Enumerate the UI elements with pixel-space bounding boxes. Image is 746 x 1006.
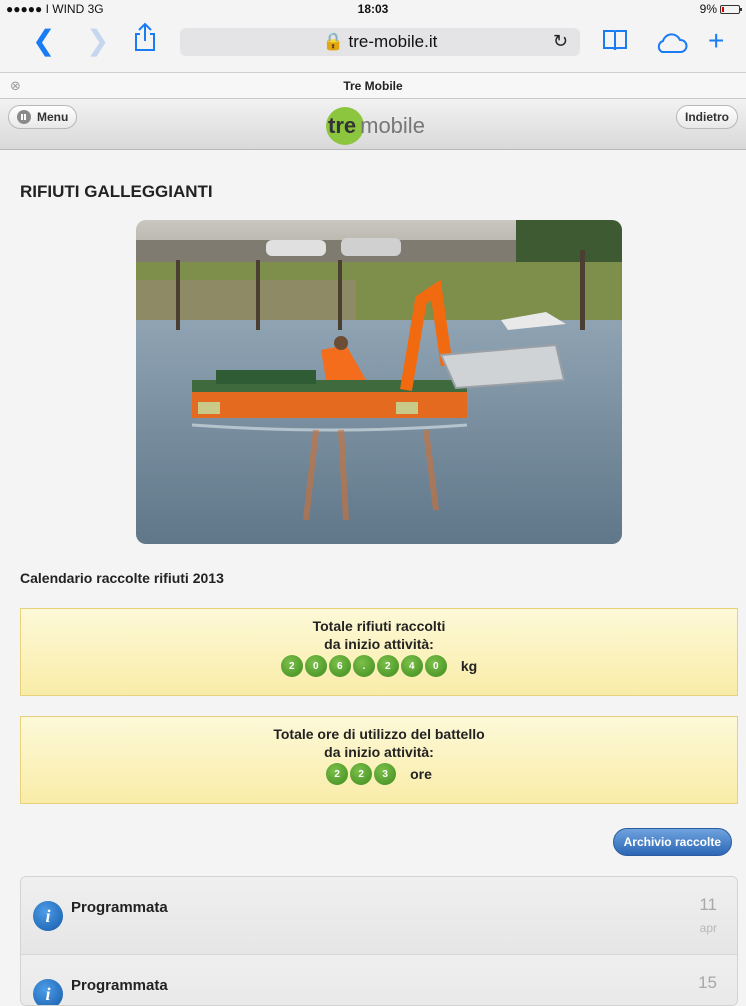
back-arrow-icon[interactable]: ❮ <box>32 24 55 58</box>
digit: 2 <box>376 655 399 677</box>
waste-counter-line2: da inizio attività: <box>324 636 434 652</box>
address-bar[interactable]: 🔒 tre-mobile.it ↻ <box>180 28 580 56</box>
digit: 0 <box>424 655 447 677</box>
digit: 2 <box>280 655 303 677</box>
event-month: apr <box>699 921 717 935</box>
hours-counter: Totale ore di utilizzo del battello da i… <box>20 716 738 804</box>
cloud-tabs-icon[interactable] <box>654 28 688 62</box>
hours-digits: 2 2 3 ore <box>21 763 737 785</box>
digit: 6 <box>328 655 351 677</box>
back-button[interactable]: Indietro <box>676 105 738 129</box>
event-label: Programmata <box>71 977 168 994</box>
reload-icon[interactable]: ↻ <box>553 31 568 52</box>
logo-mobile: mobile <box>360 113 425 138</box>
waste-unit: kg <box>460 658 478 674</box>
waste-digits: 2 0 6 . 2 4 0 kg <box>21 655 737 677</box>
status-bar: ●●●●● I WIND 3G 18:03 9% <box>0 0 746 18</box>
battery-percent: 9% <box>699 2 717 16</box>
list-item[interactable]: i Programmata 15 <box>21 955 737 1005</box>
url-text: 🔒 tre-mobile.it <box>322 32 438 51</box>
info-icon: i <box>33 979 63 1005</box>
tab-bar: ⊗ Tre Mobile <box>0 72 746 98</box>
archive-button[interactable]: Archivio raccolte <box>612 828 732 856</box>
bookmarks-icon[interactable] <box>602 26 628 60</box>
menu-label: Menu <box>37 110 69 124</box>
event-day: 11 <box>699 895 717 914</box>
forward-arrow-icon[interactable]: ❯ <box>86 24 109 58</box>
browser-toolbar: ❮ ❯ 🔒 tre-mobile.it ↻ + <box>0 18 746 68</box>
digit: 2 <box>350 763 373 785</box>
digit: 4 <box>400 655 423 677</box>
boat-photo <box>136 220 622 544</box>
menu-grid-icon <box>17 110 31 124</box>
list-item[interactable]: i Programmata 11 apr <box>21 877 737 955</box>
calendar-title: Calendario raccolte rifiuti 2013 <box>20 570 224 586</box>
new-tab-icon[interactable]: + <box>708 24 724 58</box>
clock: 18:03 <box>357 2 389 16</box>
hours-unit: ore <box>410 766 432 782</box>
digit: 3 <box>374 763 397 785</box>
event-list: i Programmata 11 apr i Programmata 15 <box>20 876 738 1006</box>
hours-counter-line1: Totale ore di utilizzo del battello <box>273 726 485 742</box>
tab-title[interactable]: Tre Mobile <box>0 79 746 93</box>
page-title: RIFIUTI GALLEGGIANTI <box>20 182 213 201</box>
share-icon[interactable] <box>134 22 156 60</box>
waste-counter: Totale rifiuti raccolti da inizio attivi… <box>20 608 738 696</box>
battery-icon <box>720 4 742 14</box>
event-day: 15 <box>698 973 717 992</box>
event-label: Programmata <box>71 899 168 916</box>
battery-indicator: 9% <box>699 2 742 16</box>
back-label: Indietro <box>685 110 729 124</box>
digit: 0 <box>304 655 327 677</box>
digit-separator: . <box>352 655 375 677</box>
menu-button[interactable]: Menu <box>8 105 78 129</box>
digit: 2 <box>326 763 349 785</box>
logo-tre: tre <box>328 113 357 138</box>
waste-counter-line1: Totale rifiuti raccolti <box>312 618 446 634</box>
site-header: Menu tre mobile Indietro <box>0 98 746 150</box>
info-icon: i <box>33 901 63 931</box>
tre-mobile-logo[interactable]: tre mobile <box>326 107 425 145</box>
hours-counter-line2: da inizio attività: <box>324 744 434 760</box>
